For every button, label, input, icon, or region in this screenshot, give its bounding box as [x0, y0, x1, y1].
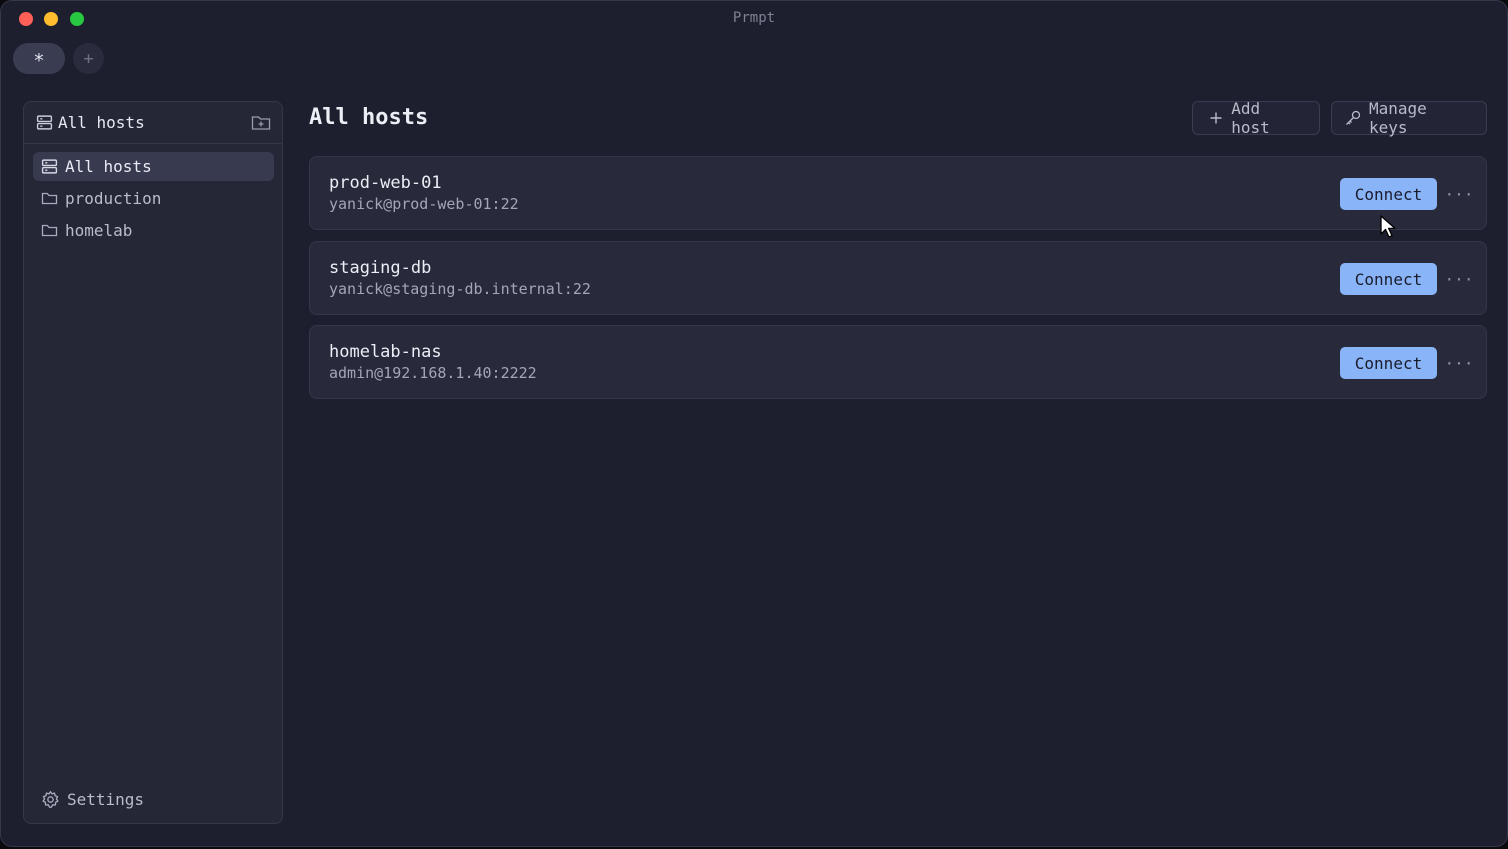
sidebar-item-homelab[interactable]: homelab — [33, 216, 274, 245]
page-title: All hosts — [309, 105, 429, 130]
connect-button[interactable]: Connect — [1340, 263, 1437, 295]
new-tab-button[interactable]: + — [73, 43, 104, 74]
more-options-button[interactable]: ··· — [1445, 350, 1474, 376]
sidebar-item-production[interactable]: production — [33, 184, 274, 213]
sidebar-item-all-hosts[interactable]: All hosts — [33, 152, 274, 181]
folder-icon — [40, 190, 58, 208]
connect-button[interactable]: Connect — [1340, 347, 1437, 379]
sidebar-item-label: homelab — [65, 221, 133, 240]
host-name: prod-web-01 — [329, 173, 442, 193]
more-options-button[interactable]: ··· — [1445, 181, 1474, 207]
window-title: Prmpt — [732, 10, 776, 26]
sidebar-header-label: All hosts — [58, 113, 145, 132]
server-icon — [35, 114, 53, 132]
sidebar-header: All hosts — [24, 102, 282, 144]
host-card: homelab-nas admin@192.168.1.40:2222 Conn… — [309, 325, 1487, 399]
connect-button[interactable]: Connect — [1340, 178, 1437, 210]
settings-label: Settings — [67, 789, 145, 809]
app-window: Prmpt * + All hosts All hosts production… — [0, 0, 1508, 847]
title-bar: Prmpt — [1, 1, 1507, 37]
host-address: yanick@prod-web-01:22 — [329, 195, 519, 213]
folder-icon — [40, 222, 58, 240]
settings-button[interactable]: Settings — [40, 789, 144, 809]
host-name: staging-db — [329, 258, 432, 278]
host-address: yanick@staging-db.internal:22 — [329, 280, 591, 298]
host-card: staging-db yanick@staging-db.internal:22… — [309, 241, 1487, 315]
more-options-button[interactable]: ··· — [1445, 266, 1474, 292]
sidebar-item-label: All hosts — [65, 157, 152, 176]
server-icon — [40, 158, 58, 176]
tab-active[interactable]: * — [13, 43, 65, 74]
add-host-button[interactable]: Add host — [1192, 99, 1320, 137]
key-icon — [1344, 109, 1362, 127]
sidebar-list: All hosts production homelab — [24, 144, 282, 245]
gear-icon — [40, 789, 60, 809]
sidebar-item-label: production — [65, 189, 162, 208]
add-host-label: Add host — [1231, 99, 1270, 137]
host-card: prod-web-01 yanick@prod-web-01:22 Connec… — [309, 156, 1487, 230]
mouse-cursor-icon — [1380, 215, 1398, 243]
host-name: homelab-nas — [329, 342, 442, 362]
plus-icon — [1207, 109, 1224, 127]
manage-keys-button[interactable]: Manage keys — [1331, 99, 1487, 137]
new-folder-icon[interactable] — [250, 112, 272, 134]
host-address: admin@192.168.1.40:2222 — [329, 364, 537, 382]
sidebar: All hosts All hosts production homelab S… — [23, 101, 283, 824]
manage-keys-label: Manage keys — [1369, 99, 1427, 137]
